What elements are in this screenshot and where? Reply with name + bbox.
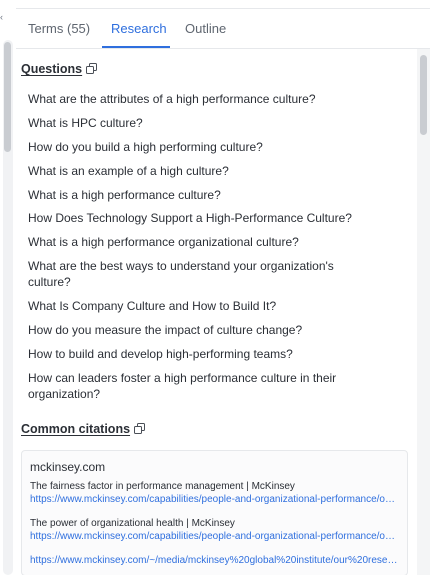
citation-item: The fairness factor in performance manag… <box>30 480 400 506</box>
question-item[interactable]: How Does Technology Support a High-Perfo… <box>28 210 368 226</box>
citation-title: The fairness factor in performance manag… <box>30 481 295 492</box>
tab-outline[interactable]: Outline <box>185 21 226 37</box>
question-item[interactable]: How to build and develop high-performing… <box>28 346 368 362</box>
question-item[interactable]: What are the attributes of a high perfor… <box>28 91 368 107</box>
citation-card: mckinsey.com The fairness factor in perf… <box>21 450 408 575</box>
citation-item: https://www.mckinsey.com/~/media/mckinse… <box>30 554 400 567</box>
research-panel: Questions What are the attributes of a h… <box>16 49 416 575</box>
question-item[interactable]: What Is Company Culture and How to Build… <box>28 298 368 314</box>
citation-link[interactable]: https://www.mckinsey.com/capabilities/pe… <box>30 493 400 506</box>
citation-title: The power of organizational health | McK… <box>30 518 235 529</box>
citation-domain: mckinsey.com <box>30 460 106 474</box>
questions-heading: Questions <box>21 62 98 76</box>
left-panel-edge: ‹ <box>0 0 16 575</box>
left-scrollbar-thumb[interactable] <box>4 42 11 152</box>
citation-item: The power of organizational health | McK… <box>30 517 400 543</box>
citations-heading-label: Common citations <box>21 422 131 436</box>
question-item[interactable]: What is a high performance organizationa… <box>28 234 368 250</box>
copy-icon[interactable] <box>86 63 98 75</box>
chevron-left-icon[interactable]: ‹ <box>0 13 5 22</box>
question-item[interactable]: How can leaders foster a high performanc… <box>28 370 368 402</box>
panel-scrollbar-track[interactable] <box>417 49 430 575</box>
question-item[interactable]: How do you build a high performing cultu… <box>28 139 368 155</box>
citations-heading: Common citations <box>21 422 146 436</box>
citation-link[interactable]: https://www.mckinsey.com/~/media/mckinse… <box>30 554 400 567</box>
active-tab-indicator <box>102 46 170 48</box>
tab-bar: Terms (55) Research Outline <box>16 9 430 49</box>
panel-scrollbar-thumb[interactable] <box>420 55 427 135</box>
questions-list: What are the attributes of a high perfor… <box>28 91 368 410</box>
question-item[interactable]: How do you measure the impact of culture… <box>28 322 368 338</box>
question-item[interactable]: What is HPC culture? <box>28 115 368 131</box>
questions-heading-label: Questions <box>21 62 83 76</box>
question-item[interactable]: What is a high performance culture? <box>28 187 368 203</box>
citation-link[interactable]: https://www.mckinsey.com/capabilities/pe… <box>30 530 400 543</box>
copy-icon[interactable] <box>134 423 146 435</box>
tab-research[interactable]: Research <box>111 21 167 37</box>
tab-terms[interactable]: Terms (55) <box>28 21 90 37</box>
question-item[interactable]: What is an example of a high culture? <box>28 163 368 179</box>
question-item[interactable]: What are the best ways to understand you… <box>28 258 368 290</box>
